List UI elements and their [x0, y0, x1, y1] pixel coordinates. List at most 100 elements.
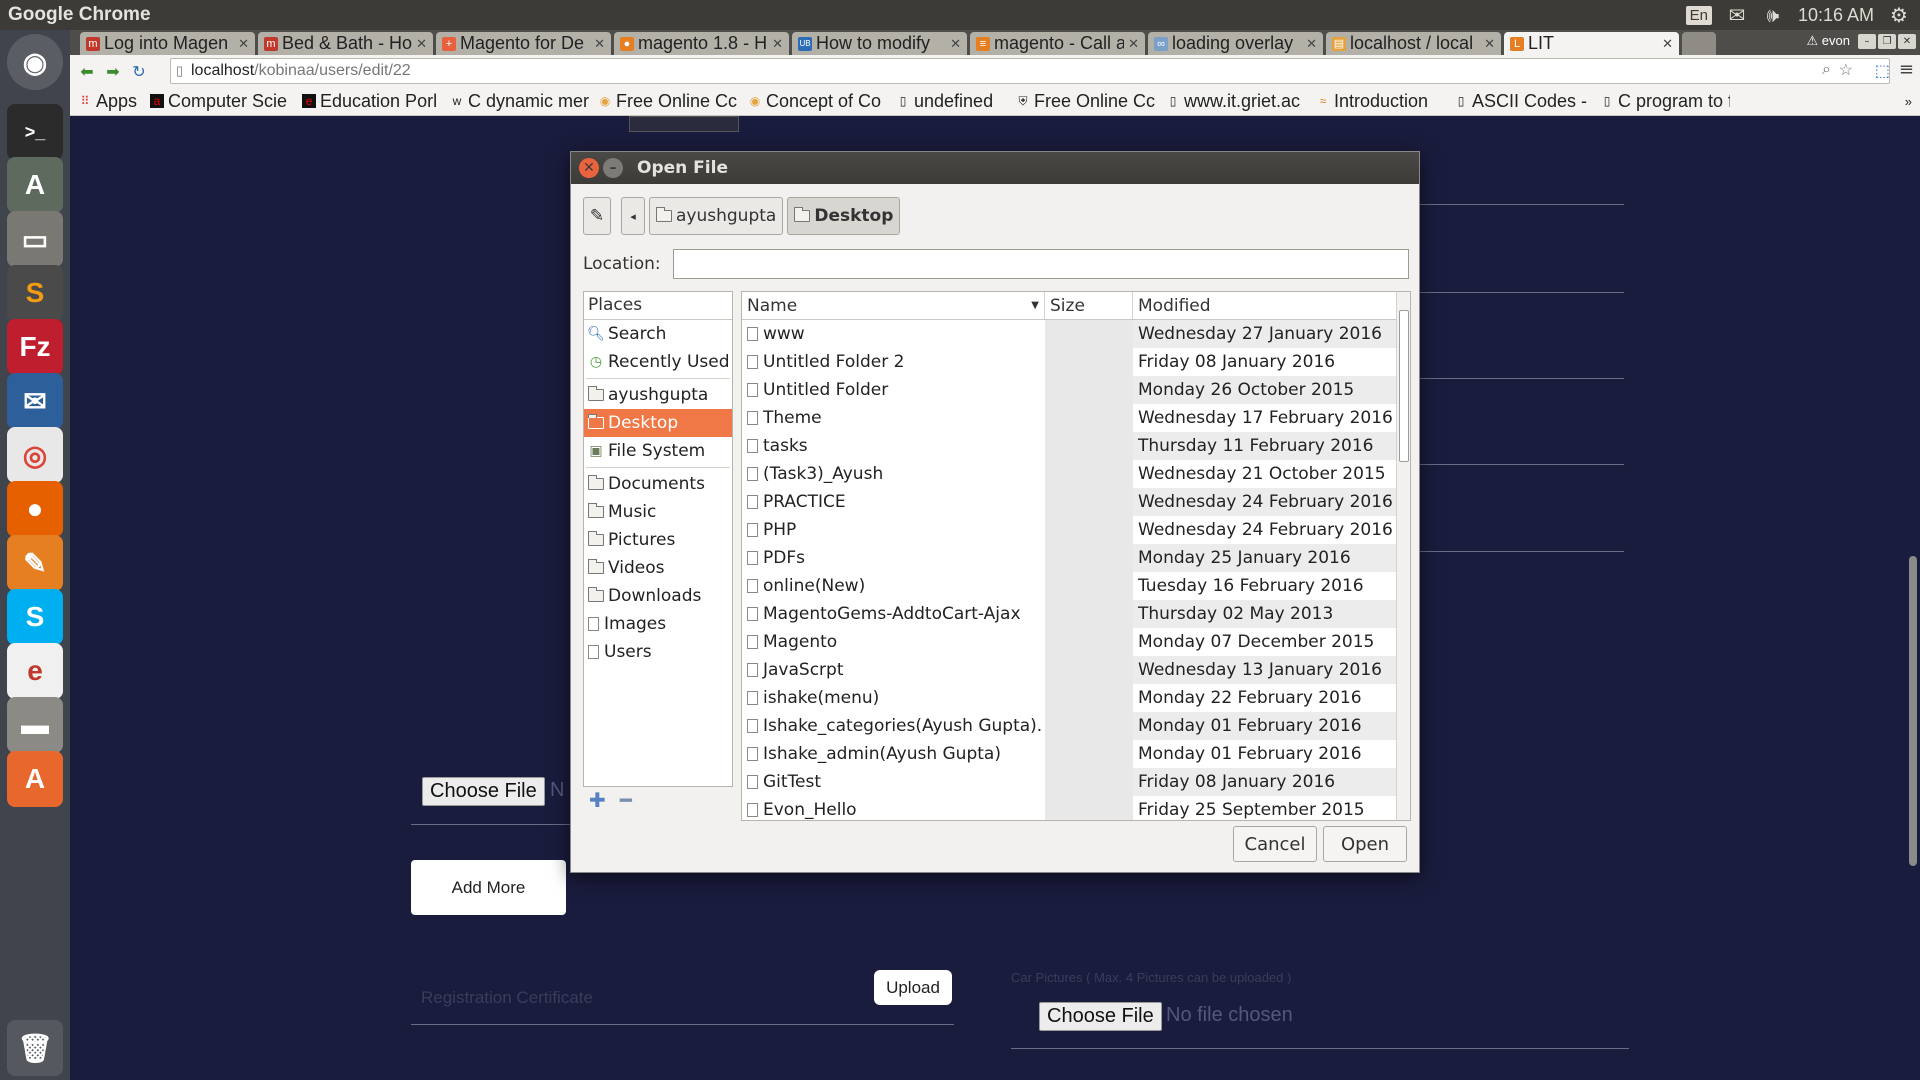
- tab[interactable]: ▤ localhost / local ✕: [1326, 32, 1501, 55]
- file-row[interactable]: Untitled Folder Monday 26 October 2015: [742, 376, 1410, 404]
- thunderbird-icon[interactable]: ✉: [7, 373, 63, 429]
- trash-icon[interactable]: 🗑: [7, 1020, 63, 1076]
- place-music[interactable]: Music: [584, 498, 732, 526]
- upload-button[interactable]: Upload: [874, 970, 952, 1005]
- place-downloads[interactable]: Downloads: [584, 582, 732, 610]
- place-documents[interactable]: Documents: [584, 470, 732, 498]
- keyboard-indicator[interactable]: En: [1685, 5, 1712, 25]
- choose-file-button[interactable]: Choose File: [422, 777, 545, 806]
- star-icon[interactable]: ☆: [1839, 60, 1853, 80]
- inkscape-icon[interactable]: ✎: [7, 535, 63, 591]
- file-row[interactable]: PHP Wednesday 24 February 2016: [742, 516, 1410, 544]
- close-icon[interactable]: ✕: [579, 158, 599, 178]
- bookmark-item[interactable]: ◉ Concept of Co: [748, 91, 888, 112]
- place-home[interactable]: ayushgupta: [584, 381, 732, 409]
- file-row[interactable]: Untitled Folder 2 Friday 08 January 2016: [742, 348, 1410, 376]
- bookmark-item[interactable]: ◉ Free Online Cc: [598, 91, 740, 112]
- bookmark-item[interactable]: a Computer Scie: [150, 91, 294, 112]
- reload-icon[interactable]: ↻: [126, 62, 152, 81]
- place-desktop[interactable]: Desktop: [584, 409, 732, 437]
- registration-certificate-field[interactable]: Registration Certificate: [421, 988, 593, 1008]
- close-icon[interactable]: ✕: [238, 36, 249, 52]
- editor-icon[interactable]: e: [7, 643, 63, 699]
- back-icon[interactable]: ⬅: [74, 62, 100, 81]
- software-updater-icon[interactable]: A: [7, 157, 63, 213]
- path-segment-home[interactable]: ayushgupta: [649, 197, 784, 235]
- menu-icon[interactable]: ≡: [1899, 59, 1914, 80]
- place-images[interactable]: Images: [584, 610, 732, 638]
- path-segment-desktop[interactable]: Desktop: [787, 197, 901, 235]
- path-back-button[interactable]: ◂: [621, 197, 645, 235]
- address-bar[interactable]: ▯ localhost/kobinaa/users/edit/22 ⌕ ☆: [170, 58, 1890, 84]
- tab[interactable]: m Log into Magen ✕: [80, 32, 255, 55]
- tab-active[interactable]: L LIT ✕: [1504, 32, 1679, 55]
- place-users[interactable]: Users: [584, 638, 732, 666]
- close-icon[interactable]: ✕: [1898, 34, 1916, 49]
- tab[interactable]: ∞ loading overlay ✕: [1148, 32, 1323, 55]
- close-icon[interactable]: ✕: [772, 36, 783, 52]
- dash-icon[interactable]: ◉: [7, 34, 63, 90]
- column-modified[interactable]: Modified: [1133, 292, 1399, 319]
- close-icon[interactable]: ✕: [1128, 36, 1139, 52]
- file-row[interactable]: (Task3)_Ayush Wednesday 21 October 2015: [742, 460, 1410, 488]
- mail-icon[interactable]: ✉: [1726, 3, 1748, 27]
- file-row[interactable]: www Wednesday 27 January 2016: [742, 320, 1410, 348]
- location-input[interactable]: [672, 249, 1409, 279]
- bookmark-item[interactable]: ▯ C program to f: [1600, 91, 1730, 112]
- bookmark-item[interactable]: w C dynamic mer: [450, 91, 590, 112]
- drive-icon[interactable]: ▬: [7, 697, 63, 753]
- add-more-button[interactable]: Add More: [411, 860, 566, 915]
- file-row[interactable]: GitTest Friday 08 January 2016: [742, 768, 1410, 796]
- bookmark-item[interactable]: ⛨ Free Online Cc: [1016, 91, 1158, 112]
- file-row[interactable]: JavaScrpt Wednesday 13 January 2016: [742, 656, 1410, 684]
- place-pictures[interactable]: Pictures: [584, 526, 732, 554]
- minimize-icon[interactable]: –: [603, 158, 623, 178]
- file-row[interactable]: MagentoGems-AddtoCart-Ajax Thursday 02 Ma…: [742, 600, 1410, 628]
- close-icon[interactable]: ✕: [416, 36, 427, 52]
- minimize-icon[interactable]: –: [1858, 34, 1876, 49]
- bookmark-item[interactable]: ▯ ASCII Codes - T: [1454, 91, 1592, 112]
- scrollbar-thumb[interactable]: [1399, 310, 1409, 462]
- sublime-text-icon[interactable]: S: [7, 265, 63, 321]
- dialog-titlebar[interactable]: ✕ – Open File: [571, 152, 1419, 184]
- cancel-button[interactable]: Cancel: [1233, 826, 1317, 862]
- bookmark-item[interactable]: e Education Porl: [302, 91, 442, 112]
- profile-button[interactable]: ⚠ evon: [1807, 33, 1850, 49]
- extension-icon[interactable]: ⬚: [1875, 61, 1890, 80]
- close-icon[interactable]: ✕: [1662, 36, 1673, 52]
- bookmark-item[interactable]: ▯ undefined: [896, 91, 1008, 112]
- file-row[interactable]: Evon_Hello Friday 25 September 2015: [742, 796, 1410, 820]
- file-row[interactable]: Ishake_admin(Ayush Gupta) Monday 01 Febru…: [742, 740, 1410, 768]
- forward-icon[interactable]: ➡: [100, 62, 126, 81]
- place-videos[interactable]: Videos: [584, 554, 732, 582]
- file-row[interactable]: ishake(menu) Monday 22 February 2016: [742, 684, 1410, 712]
- volume-icon[interactable]: 🕪: [1762, 3, 1784, 27]
- ubuntu-software-icon[interactable]: A: [7, 751, 63, 807]
- close-icon[interactable]: ✕: [1306, 36, 1317, 52]
- column-size[interactable]: Size: [1045, 292, 1133, 319]
- file-row[interactable]: tasks Thursday 11 February 2016: [742, 432, 1410, 460]
- clock[interactable]: 10:16 AM: [1798, 5, 1874, 26]
- scrollbar-thumb[interactable]: [1909, 556, 1917, 866]
- close-icon[interactable]: ✕: [594, 36, 605, 52]
- bookmark-item[interactable]: ▯ www.it.griet.ac: [1166, 91, 1308, 112]
- filezilla-icon[interactable]: Fz: [7, 319, 63, 375]
- more-bookmarks-icon[interactable]: »: [1905, 94, 1912, 109]
- open-button[interactable]: Open: [1323, 826, 1407, 862]
- place-recently-used[interactable]: ◷ Recently Used: [584, 348, 732, 376]
- firefox-icon[interactable]: ●: [7, 481, 63, 537]
- tab[interactable]: UB How to modify ✕: [792, 32, 967, 55]
- close-icon[interactable]: ✕: [950, 36, 961, 52]
- page-scrollbar[interactable]: [1906, 116, 1920, 1080]
- choose-file-button-car[interactable]: Choose File: [1039, 1002, 1162, 1031]
- file-row[interactable]: PRACTICE Wednesday 24 February 2016: [742, 488, 1410, 516]
- restore-icon[interactable]: ❐: [1878, 34, 1896, 49]
- remove-bookmark-icon[interactable]: ━: [620, 788, 632, 812]
- new-tab-button[interactable]: [1682, 32, 1716, 55]
- place-search[interactable]: 🔍︎ Search: [584, 320, 732, 348]
- file-row[interactable]: PDFs Monday 25 January 2016: [742, 544, 1410, 572]
- chrome-icon[interactable]: ◎: [7, 427, 63, 483]
- file-row[interactable]: Theme Wednesday 17 February 2016: [742, 404, 1410, 432]
- tab[interactable]: m Bed & Bath - Ho ✕: [258, 32, 433, 55]
- edit-location-button[interactable]: ✎: [583, 197, 611, 235]
